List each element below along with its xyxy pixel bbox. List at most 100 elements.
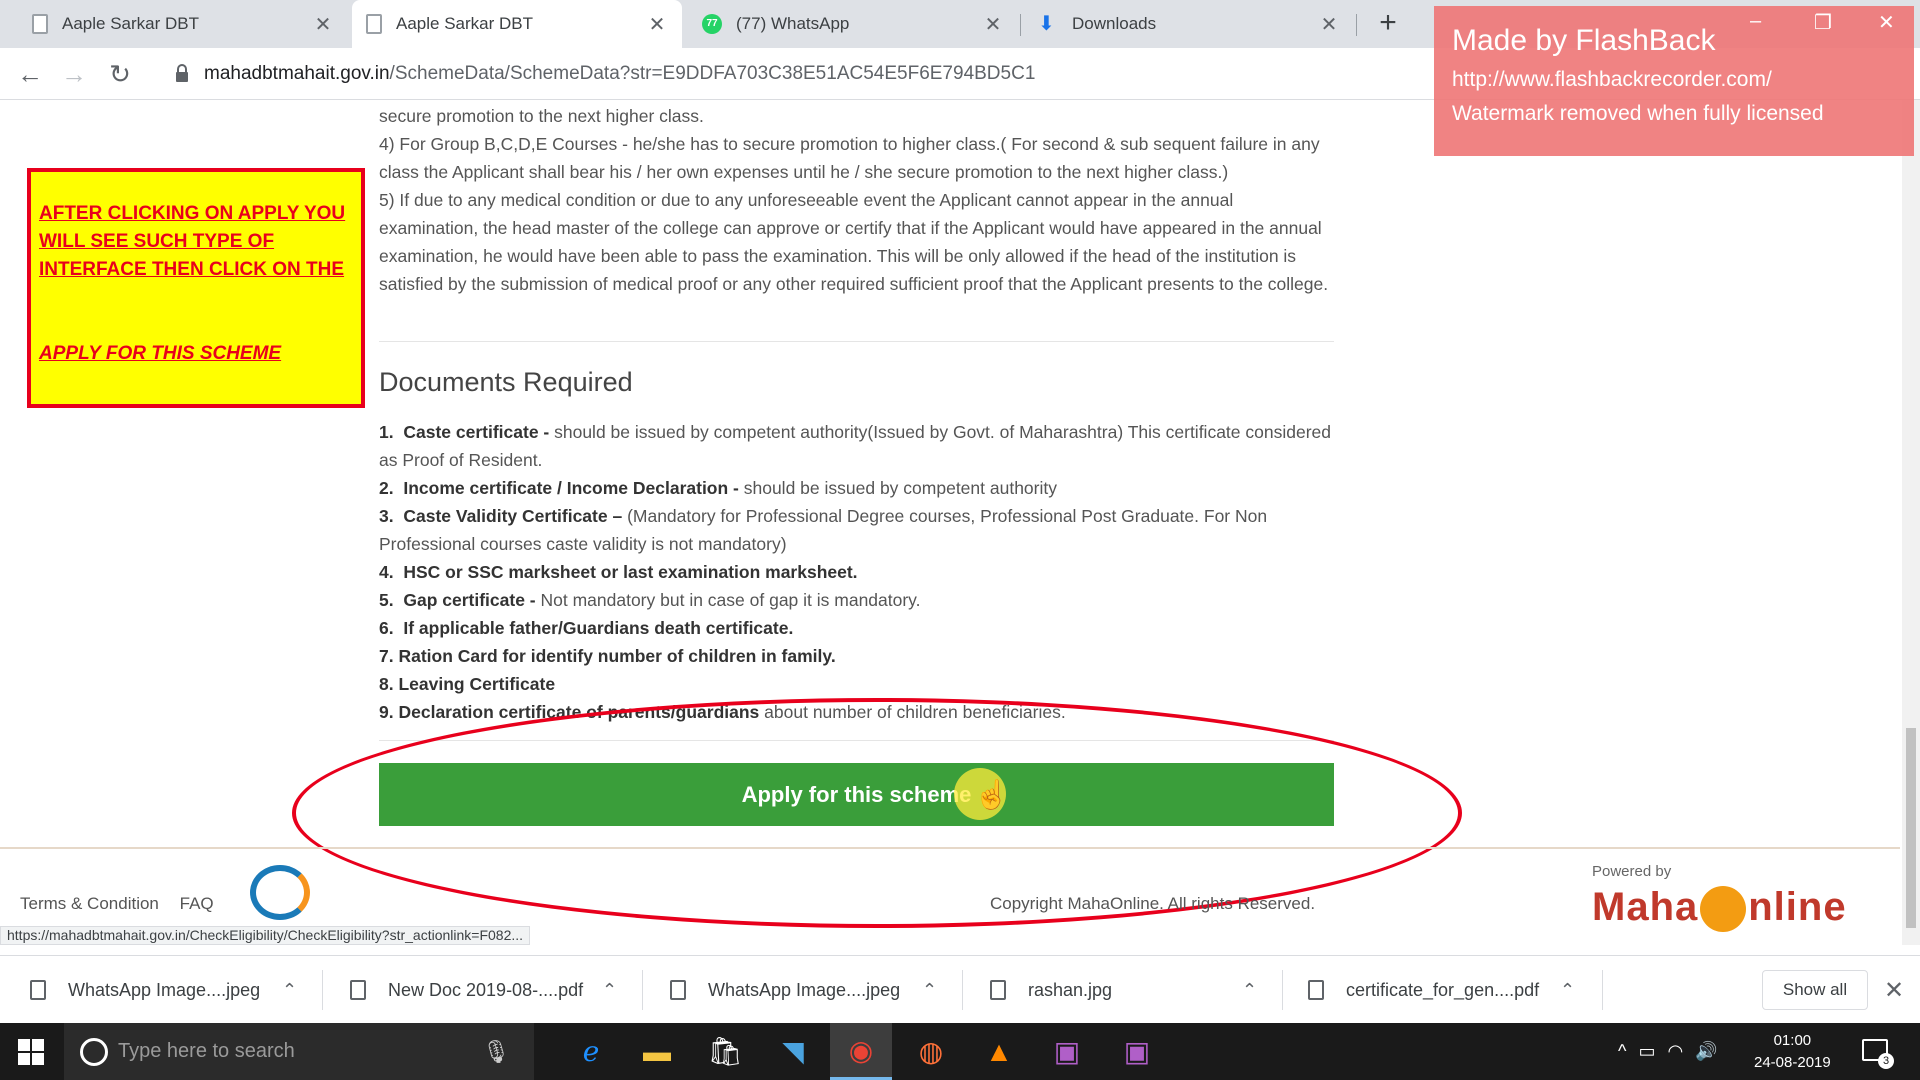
download-filename: WhatsApp Image....jpeg bbox=[68, 979, 261, 1000]
battery-icon[interactable]: ▭ bbox=[1638, 1041, 1655, 1062]
tab-separator bbox=[1020, 14, 1021, 36]
close-icon[interactable]: ✕ bbox=[646, 12, 668, 37]
tab-title: Aaple Sarkar DBT bbox=[62, 14, 199, 33]
rule-paragraph: 4) For Group B,C,D,E Courses - he/she ha… bbox=[379, 134, 1320, 182]
doc-num: 5. bbox=[379, 590, 394, 610]
new-tab-button[interactable]: + bbox=[1372, 8, 1404, 40]
tab-downloads[interactable]: ⬇ Downloads ✕ bbox=[1024, 0, 1354, 48]
close-icon[interactable]: ✕ bbox=[1318, 12, 1340, 37]
doc-title: Ration Card for identify number of child… bbox=[398, 646, 836, 666]
download-item[interactable]: rashan.jpg ⌃ bbox=[990, 956, 1270, 1024]
terms-link[interactable]: Terms & Condition bbox=[20, 894, 159, 913]
volume-icon[interactable]: 🔊 bbox=[1695, 1041, 1717, 1062]
search-placeholder: Type here to search bbox=[118, 1040, 295, 1062]
clock-time: 01:00 bbox=[1773, 1032, 1812, 1049]
hand-cursor-icon: ☝ bbox=[974, 779, 1009, 810]
window-close-icon[interactable]: ✕ bbox=[1878, 10, 1895, 35]
close-icon[interactable]: ✕ bbox=[312, 12, 334, 37]
show-all-button[interactable]: Show all bbox=[1762, 970, 1868, 1010]
maha-logo-right: nline bbox=[1748, 885, 1847, 929]
chrome-icon[interactable]: ◉ bbox=[830, 1023, 892, 1080]
doc-num: 4. bbox=[379, 562, 394, 582]
image-file-icon bbox=[670, 980, 686, 1000]
watermark-note: Watermark removed when fully licensed bbox=[1452, 102, 1824, 125]
callout-text: AFTER CLICKING ON APPLY YOU WILL SEE SUC… bbox=[39, 203, 346, 280]
close-icon[interactable]: ✕ bbox=[982, 12, 1004, 37]
download-item[interactable]: New Doc 2019-08-....pdf ⌃ bbox=[350, 956, 630, 1024]
download-item[interactable]: WhatsApp Image....jpeg ⌃ bbox=[30, 956, 310, 1024]
forward-arrow-icon[interactable]: → bbox=[58, 58, 90, 90]
scrollbar-thumb[interactable] bbox=[1906, 728, 1916, 928]
whatsapp-icon: 77 bbox=[702, 14, 722, 34]
tab-aaple-sarkar-1[interactable]: Aaple Sarkar DBT ✕ bbox=[18, 0, 348, 48]
recorder-player-icon[interactable]: ▣ bbox=[1106, 1023, 1168, 1080]
recorder-icon[interactable]: ▣ bbox=[1036, 1023, 1098, 1080]
document-item: 5. Gap certificate - Not mandatory but i… bbox=[379, 586, 1334, 614]
back-arrow-icon[interactable]: ← bbox=[14, 58, 46, 90]
url-host: mahadbtmahait.gov.in bbox=[204, 63, 390, 84]
chevron-up-icon[interactable]: ^ bbox=[1618, 1041, 1626, 1062]
firefox-icon[interactable]: ◍ bbox=[900, 1023, 962, 1080]
doc-title: Caste certificate - bbox=[403, 422, 550, 442]
powered-by-label: Powered by bbox=[1592, 863, 1672, 880]
document-item: 6. If applicable father/Guardians death … bbox=[379, 614, 1334, 642]
doc-title: Caste Validity Certificate – bbox=[403, 506, 623, 526]
faq-link[interactable]: FAQ bbox=[180, 894, 214, 913]
download-item[interactable]: certificate_for_gen....pdf ⌃ bbox=[1308, 956, 1588, 1024]
chevron-up-icon[interactable]: ⌃ bbox=[1560, 980, 1575, 1001]
sun-icon bbox=[1700, 886, 1747, 933]
doc-num: 9. bbox=[379, 702, 394, 722]
documents-heading: Documents Required bbox=[379, 367, 633, 397]
chevron-up-icon[interactable]: ⌃ bbox=[922, 980, 937, 1001]
edge-icon[interactable]: ℯ bbox=[560, 1023, 622, 1080]
restore-icon[interactable]: ❐ bbox=[1814, 10, 1832, 35]
taskbar-clock[interactable]: 01:00 24-08-2019 bbox=[1754, 1030, 1831, 1074]
doc-num: 6. bbox=[379, 618, 394, 638]
minimize-icon[interactable]: – bbox=[1750, 10, 1761, 33]
copyright-text: Copyright MahaOnline. All rights Reserve… bbox=[990, 894, 1316, 913]
doc-title: Income certificate / Income Declaration … bbox=[403, 478, 739, 498]
image-file-icon bbox=[30, 980, 46, 1000]
doc-num: 8. bbox=[379, 674, 394, 694]
status-bar-url: https://mahadbtmahait.gov.in/CheckEligib… bbox=[0, 926, 531, 945]
callout-apply-text: APPLY FOR THIS SCHEME bbox=[39, 343, 282, 364]
windows-taskbar: Type here to search 🎙 ℯ ▬ 🛍 ◥ ◉ ◍ ▲ ▣ ▣ … bbox=[0, 1023, 1920, 1080]
microphone-icon[interactable]: 🎙 bbox=[482, 1039, 510, 1065]
cortana-icon bbox=[80, 1037, 108, 1066]
chevron-up-icon[interactable]: ⌃ bbox=[282, 980, 297, 1001]
tab-whatsapp[interactable]: 77 (77) WhatsApp ✕ bbox=[688, 0, 1018, 48]
maha-logo-left: Maha bbox=[1592, 885, 1699, 929]
watermark-url: http://www.flashbackrecorder.com/ bbox=[1452, 68, 1772, 91]
address-bar[interactable]: mahadbtmahait.gov.in/SchemeData/SchemeDa… bbox=[152, 54, 1402, 94]
download-filename: New Doc 2019-08-....pdf bbox=[388, 979, 584, 1000]
file-explorer-icon[interactable]: ▬ bbox=[626, 1023, 688, 1080]
doc-desc: Not mandatory but in case of gap it is m… bbox=[535, 590, 921, 610]
chevron-up-icon[interactable]: ⌃ bbox=[602, 980, 617, 1001]
taskbar-search[interactable]: Type here to search 🎙 bbox=[64, 1023, 534, 1080]
notification-icon[interactable]: 3 bbox=[1862, 1039, 1894, 1069]
windows-start-icon[interactable] bbox=[18, 1039, 44, 1065]
close-shelf-icon[interactable]: ✕ bbox=[1884, 976, 1904, 1005]
lock-icon[interactable] bbox=[176, 64, 188, 82]
download-shelf: WhatsApp Image....jpeg ⌃ New Doc 2019-08… bbox=[0, 955, 1920, 1023]
download-separator bbox=[1602, 970, 1603, 1010]
doc-title: Gap certificate - bbox=[403, 590, 536, 610]
pdf-file-icon bbox=[1308, 980, 1324, 1000]
doc-num: 7. bbox=[379, 646, 394, 666]
document-item: 7. Ration Card for identify number of ch… bbox=[379, 642, 1334, 670]
vlc-icon[interactable]: ▲ bbox=[968, 1023, 1030, 1080]
download-separator bbox=[322, 970, 323, 1010]
download-separator bbox=[642, 970, 643, 1010]
doc-title: If applicable father/Guardians death cer… bbox=[403, 618, 794, 638]
reload-icon[interactable]: ↻ bbox=[104, 58, 136, 90]
tab-aaple-sarkar-2[interactable]: Aaple Sarkar DBT ✕ bbox=[352, 0, 682, 48]
wifi-icon[interactable]: ◠ bbox=[1667, 1041, 1683, 1062]
app-icon[interactable]: ◥ bbox=[762, 1023, 824, 1080]
doc-num: 3. bbox=[379, 506, 394, 526]
divider bbox=[379, 341, 1334, 342]
download-item[interactable]: WhatsApp Image....jpeg ⌃ bbox=[670, 956, 950, 1024]
page-scrollbar[interactable] bbox=[1902, 100, 1920, 945]
store-icon[interactable]: 🛍 bbox=[694, 1023, 756, 1080]
system-tray: ^ ▭ ◠ 🔊 bbox=[1618, 1023, 1718, 1080]
chevron-up-icon[interactable]: ⌃ bbox=[1242, 980, 1257, 1001]
